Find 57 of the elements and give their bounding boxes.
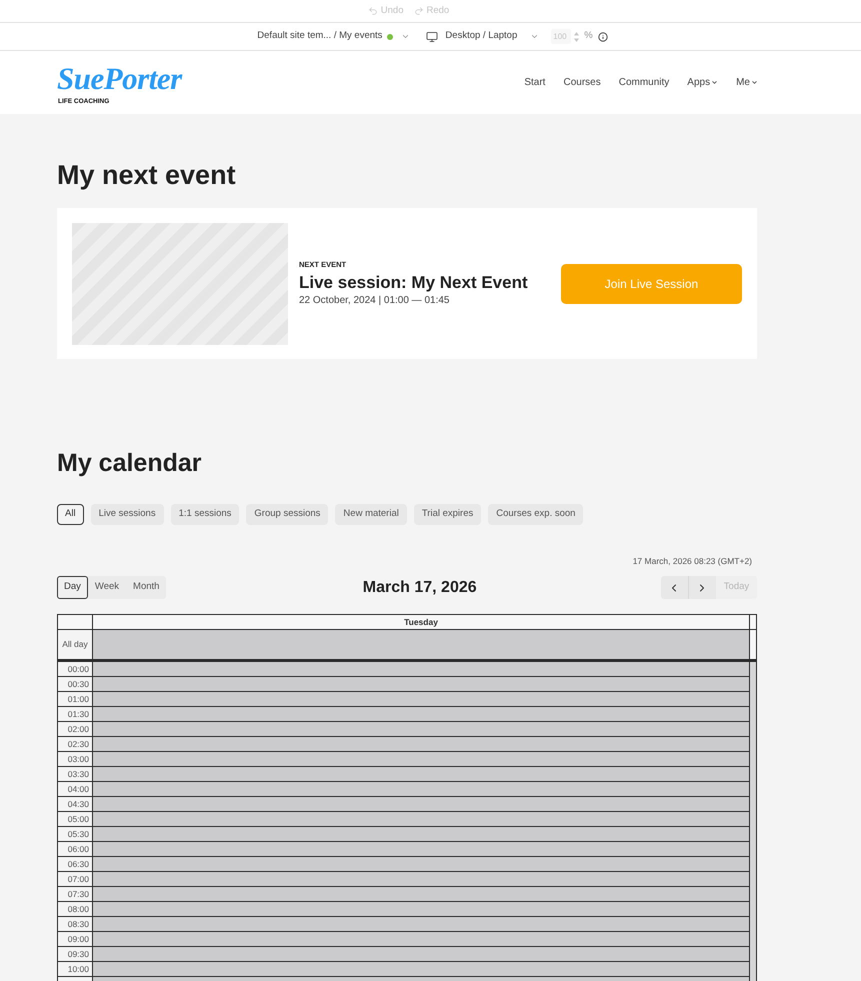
filter-chip[interactable]: Courses exp. soon xyxy=(488,504,584,525)
time-slot[interactable] xyxy=(93,692,750,706)
time-slot[interactable] xyxy=(93,707,750,721)
time-slot[interactable] xyxy=(93,842,750,856)
view-tab[interactable]: Week xyxy=(88,576,126,599)
nav-link[interactable]: Start xyxy=(524,75,546,90)
filter-chip[interactable]: Live sessions xyxy=(90,504,164,525)
page-selector[interactable]: Default site tem... / My events xyxy=(257,29,410,44)
time-slot[interactable] xyxy=(93,752,750,766)
time-slot[interactable] xyxy=(93,767,750,781)
time-slot[interactable] xyxy=(93,872,750,886)
info-icon[interactable] xyxy=(598,32,608,42)
time-slot[interactable] xyxy=(93,902,750,916)
all-day-slot[interactable] xyxy=(93,630,750,659)
time-slot[interactable] xyxy=(93,737,750,751)
spinner-icon xyxy=(574,32,580,42)
filter-chip[interactable]: All xyxy=(57,504,84,525)
time-slot[interactable] xyxy=(93,857,750,871)
event-title: Live session: My Next Event xyxy=(299,272,529,294)
section-title: My next event xyxy=(57,159,237,191)
nav-link[interactable]: Courses xyxy=(563,75,601,90)
nav-link[interactable]: Community xyxy=(618,75,670,90)
time-slot[interactable] xyxy=(93,887,750,901)
time-slot[interactable] xyxy=(93,722,750,736)
time-slot[interactable] xyxy=(93,962,750,976)
scrollbar[interactable] xyxy=(750,662,756,981)
time-slot[interactable] xyxy=(93,662,750,676)
time-slot[interactable] xyxy=(93,797,750,811)
undo-icon xyxy=(368,6,378,16)
device-selector[interactable]: Desktop / Laptop xyxy=(426,29,540,44)
filter-chip[interactable]: Group sessions xyxy=(246,504,328,525)
view-tab[interactable]: Month xyxy=(126,576,166,599)
section-title: My calendar xyxy=(57,448,203,479)
time-slot[interactable] xyxy=(93,917,750,931)
time-slot[interactable] xyxy=(93,677,750,691)
period-title: March 17, 2026 xyxy=(362,578,477,598)
filter-chip[interactable]: New material xyxy=(335,504,407,525)
nav-link[interactable]: Apps xyxy=(687,75,718,90)
time-slot[interactable] xyxy=(93,947,750,961)
time-slot[interactable] xyxy=(93,827,750,841)
filter-chip[interactable]: 1:1 sessions xyxy=(170,504,240,525)
event-date: 22 October, 2024 | 01:00 — 01:45 xyxy=(299,294,450,307)
redo-icon xyxy=(414,6,424,16)
day-header: Tuesday xyxy=(93,615,750,629)
time-slot[interactable] xyxy=(93,812,750,826)
current-time: 17 March, 2026 08:23 (GMT+2) xyxy=(632,555,752,567)
prev-button[interactable] xyxy=(660,576,689,599)
view-tab[interactable]: Day xyxy=(57,576,88,599)
time-slot[interactable] xyxy=(93,782,750,796)
next-button[interactable] xyxy=(688,576,716,599)
filter-chip[interactable]: Trial expires xyxy=(414,504,482,525)
nav-link[interactable]: Me xyxy=(736,75,758,90)
chevron-down-icon xyxy=(401,32,410,41)
percent-label: % xyxy=(584,29,593,44)
time-slot[interactable] xyxy=(93,932,750,946)
chevron-down-icon xyxy=(530,32,540,41)
monitor-icon xyxy=(426,30,438,42)
